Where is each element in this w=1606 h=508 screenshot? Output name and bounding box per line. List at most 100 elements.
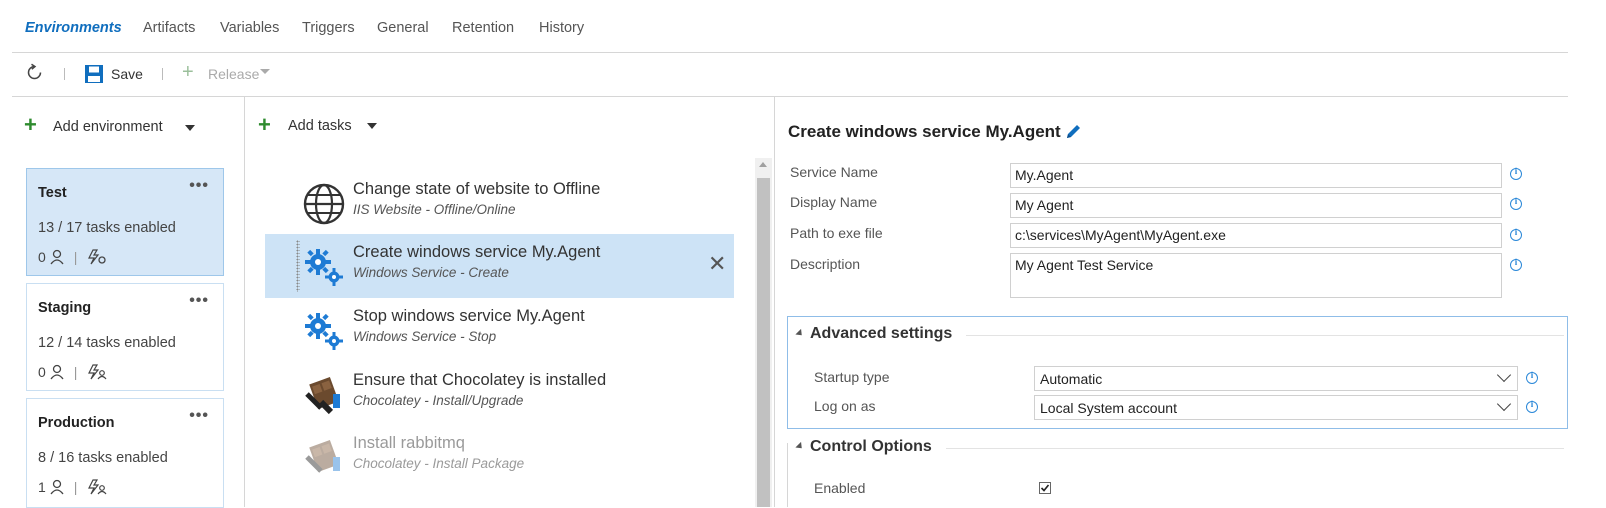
plus-icon: + [182, 61, 194, 83]
task-title: Ensure that Chocolatey is installed [353, 371, 607, 389]
person-icon [50, 364, 64, 380]
info-icon[interactable] [1526, 399, 1538, 413]
enabled-label: Enabled [814, 480, 866, 496]
task-item[interactable]: Ensure that Chocolatey is installed Choc… [265, 362, 734, 426]
release-button[interactable]: Release [208, 66, 259, 82]
person-icon [50, 479, 64, 495]
tasks-scrollbar[interactable] [755, 158, 772, 507]
enabled-checkbox[interactable] [1039, 482, 1051, 494]
environment-card-staging[interactable]: Staging ••• 12 / 14 tasks enabled 0 | [26, 283, 224, 391]
environment-tasks-count: 13 / 17 tasks enabled [38, 220, 176, 236]
chevron-down-icon [1496, 396, 1512, 412]
task-title: Create windows service My.Agent [353, 243, 601, 261]
environment-name: Test [38, 185, 67, 201]
environment-tasks-count: 8 / 16 tasks enabled [38, 450, 168, 466]
meta-divider: | [73, 479, 78, 495]
add-environment-button[interactable]: Add environment [53, 119, 163, 135]
control-options-title[interactable]: Control Options [810, 438, 932, 456]
info-icon[interactable] [1510, 196, 1522, 210]
gears-icon [305, 313, 343, 350]
toolbar-divider-line [12, 96, 1568, 97]
tab-environments[interactable]: Environments [25, 20, 122, 36]
environment-name: Staging [38, 300, 92, 316]
startup-type-value: Automatic [1040, 371, 1103, 387]
globe-icon [303, 183, 345, 225]
deploy-settings-icon[interactable] [87, 249, 107, 265]
approvers-count: 0 [38, 364, 46, 380]
remove-task-icon[interactable]: ✕ [708, 251, 726, 277]
description-label: Description [790, 256, 861, 272]
display-name-input[interactable]: My Agent [1010, 193, 1502, 218]
task-subtitle: Chocolatey - Install/Upgrade [353, 393, 524, 408]
environment-card-test[interactable]: Test ••• 13 / 17 tasks enabled 0 | [26, 168, 224, 276]
detail-title: Create windows service My.Agent [788, 122, 1061, 141]
chevron-down-icon [1496, 367, 1512, 383]
tabs-divider [12, 52, 1568, 53]
environment-name: Production [38, 415, 115, 431]
add-tasks-caret-icon[interactable] [367, 123, 377, 129]
more-options-icon[interactable]: ••• [189, 407, 209, 425]
chocolatey-icon [305, 377, 340, 415]
more-options-icon[interactable]: ••• [189, 177, 209, 195]
add-tasks-plus-icon: + [258, 112, 271, 137]
more-options-icon[interactable]: ••• [189, 292, 209, 310]
section-rule [966, 335, 1564, 336]
environment-meta: 1 | [38, 479, 107, 495]
add-tasks-button[interactable]: Add tasks [288, 118, 352, 134]
info-icon[interactable] [1526, 370, 1538, 384]
meta-divider: | [73, 249, 78, 265]
edit-pencil-icon[interactable] [1065, 123, 1082, 140]
path-to-exe-input[interactable]: c:\services\MyAgent\MyAgent.exe [1010, 223, 1502, 248]
info-icon[interactable] [1510, 227, 1522, 241]
scrollbar-thumb[interactable] [757, 178, 770, 507]
save-button[interactable] [84, 64, 104, 84]
drag-handle[interactable] [296, 240, 300, 292]
person-icon [50, 249, 64, 265]
task-title: Install rabbitmq [353, 434, 465, 452]
task-subtitle: Chocolatey - Install Package [353, 456, 525, 471]
approvers-count: 1 [38, 479, 46, 495]
task-title: Change state of website to Offline [353, 180, 601, 198]
checkmark-icon [1040, 484, 1050, 492]
task-item[interactable]: Change state of website to Offline IIS W… [265, 171, 734, 235]
task-item-disabled[interactable]: Install rabbitmq Chocolatey - Install Pa… [265, 425, 734, 489]
tab-general[interactable]: General [377, 20, 429, 36]
info-icon[interactable] [1510, 257, 1522, 271]
log-on-as-label: Log on as [814, 398, 876, 414]
deploy-approvers-icon[interactable] [87, 364, 107, 380]
scroll-up-icon[interactable] [759, 162, 767, 167]
service-name-input[interactable]: My.Agent [1010, 163, 1502, 188]
save-label[interactable]: Save [111, 66, 143, 82]
description-textarea[interactable]: My Agent Test Service [1010, 253, 1502, 298]
log-on-as-select[interactable]: Local System account [1034, 395, 1518, 420]
toolbar-divider [162, 68, 163, 80]
path-to-exe-label: Path to exe file [790, 225, 883, 241]
advanced-settings-title[interactable]: Advanced settings [810, 325, 952, 343]
meta-divider: | [73, 364, 78, 380]
env-column-divider [244, 97, 245, 507]
environment-card-production[interactable]: Production ••• 8 / 16 tasks enabled 1 | [26, 398, 224, 508]
tasks-column-divider [774, 97, 775, 507]
task-item-selected[interactable]: Create windows service My.Agent Windows … [265, 234, 734, 298]
add-environment-caret-icon[interactable] [185, 125, 195, 131]
tab-variables[interactable]: Variables [220, 20, 279, 36]
tab-artifacts[interactable]: Artifacts [143, 20, 195, 36]
save-icon [85, 65, 103, 83]
environment-tasks-count: 12 / 14 tasks enabled [38, 335, 176, 351]
tab-triggers[interactable]: Triggers [302, 20, 355, 36]
refresh-icon[interactable] [25, 63, 45, 83]
task-subtitle: Windows Service - Stop [353, 329, 497, 344]
chocolatey-icon [305, 440, 340, 473]
add-environment-plus-icon: + [24, 112, 37, 137]
info-icon[interactable] [1510, 166, 1522, 180]
startup-type-label: Startup type [814, 369, 890, 385]
tab-history[interactable]: History [539, 20, 584, 36]
toolbar-divider [64, 68, 65, 80]
tab-retention[interactable]: Retention [452, 20, 514, 36]
task-item[interactable]: Stop windows service My.Agent Windows Se… [265, 298, 734, 362]
startup-type-select[interactable]: Automatic [1034, 366, 1518, 391]
service-name-label: Service Name [790, 164, 878, 180]
task-subtitle: Windows Service - Create [353, 265, 509, 280]
deploy-approvers-icon[interactable] [87, 479, 107, 495]
approvers-count: 0 [38, 249, 46, 265]
